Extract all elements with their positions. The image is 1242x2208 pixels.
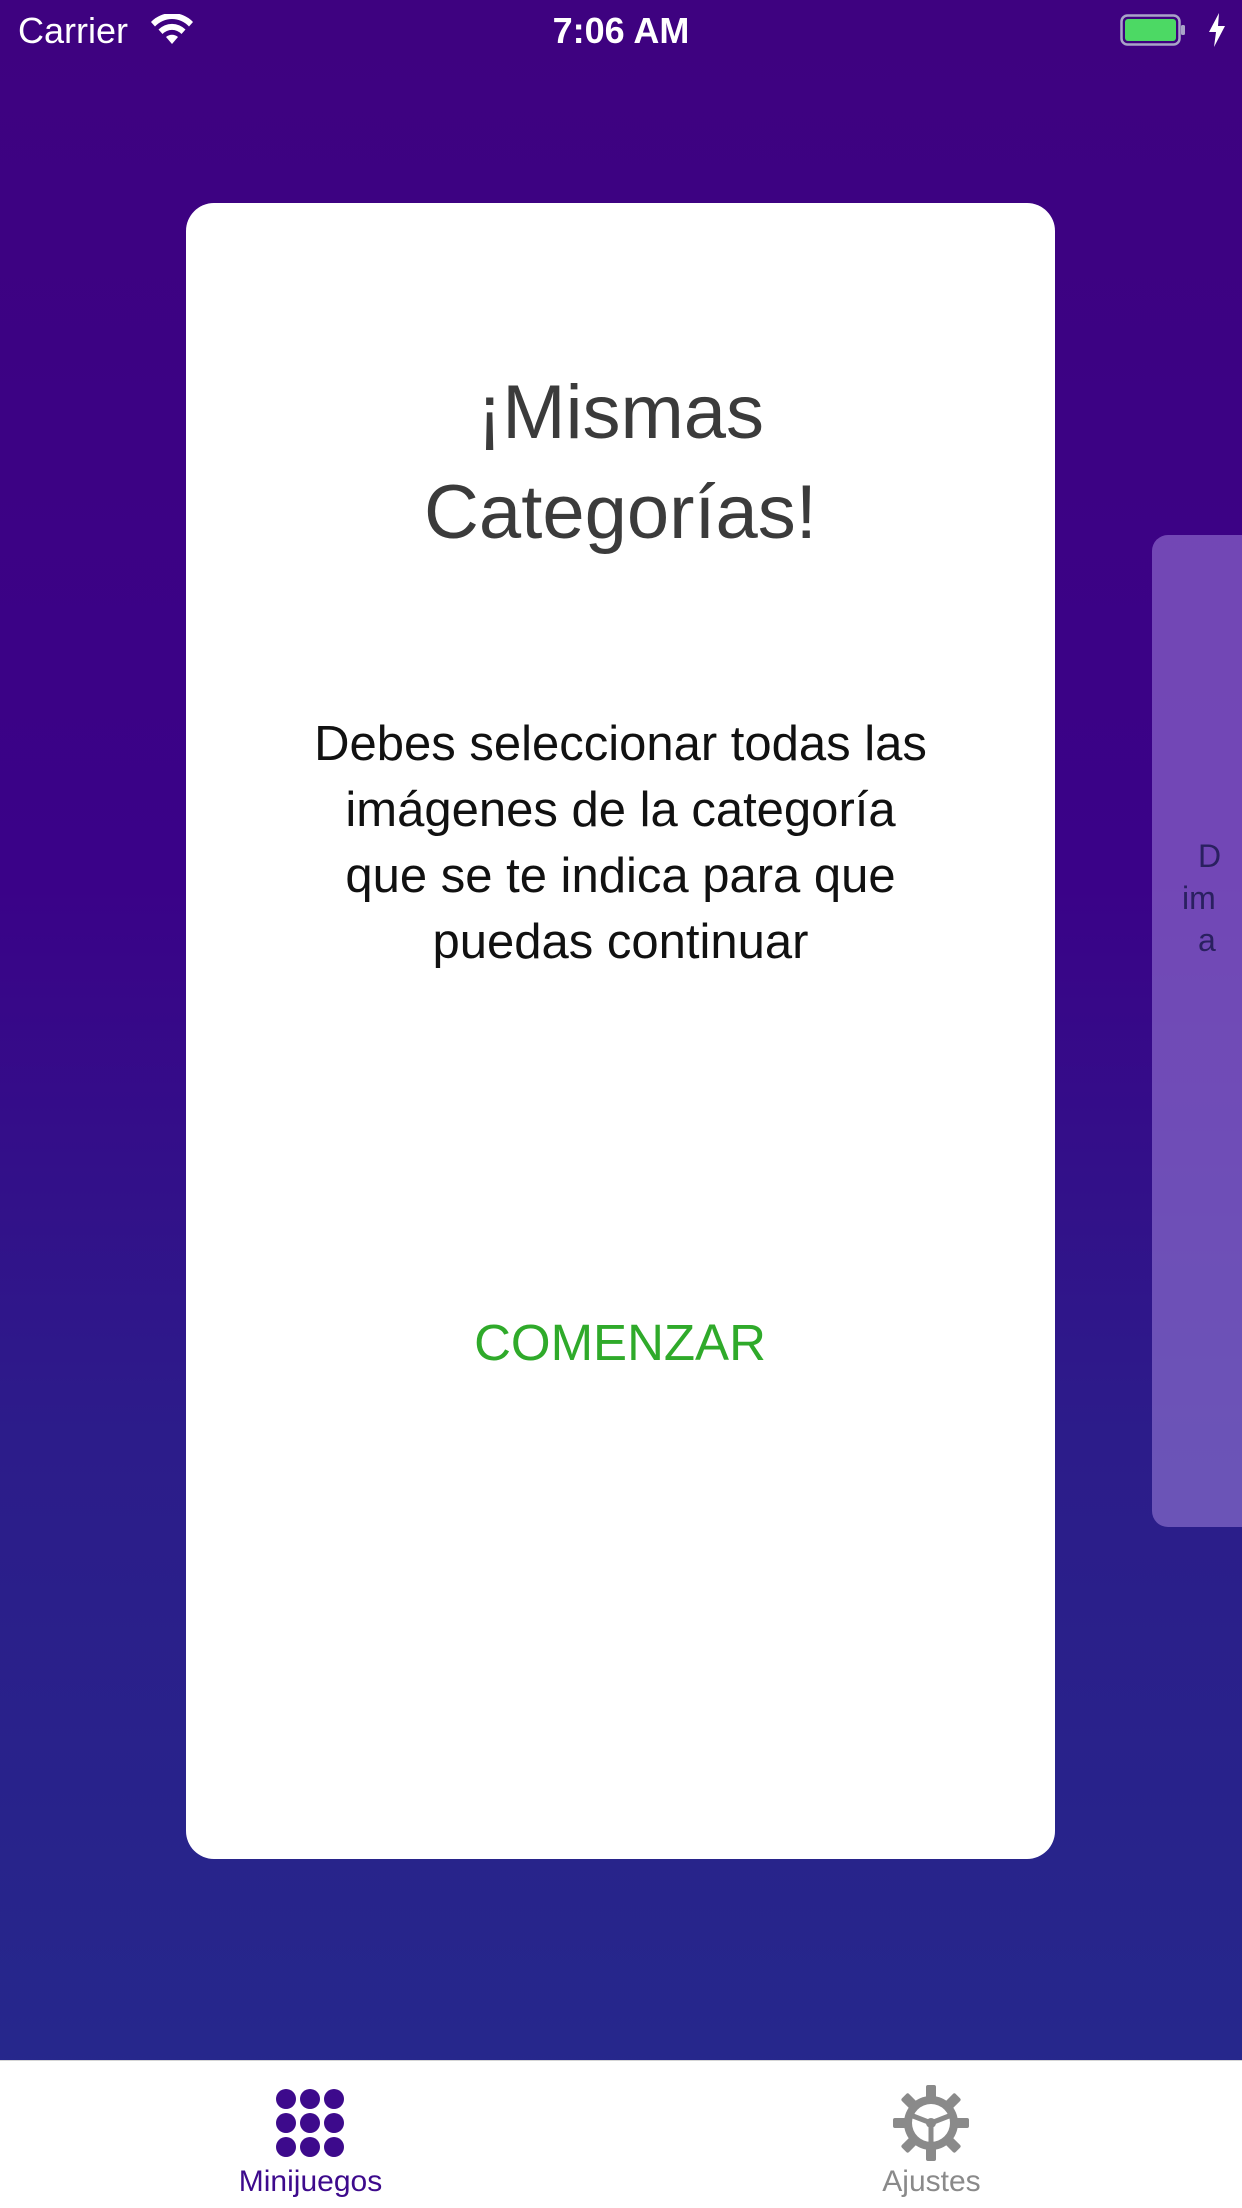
- card-title: ¡Mismas Categorías!: [186, 363, 1055, 563]
- status-time: 7:06 AM: [552, 10, 690, 51]
- card-title-line: Categorías!: [424, 470, 817, 555]
- tab-bar: Minijuegos Ajustes: [0, 2060, 1242, 2208]
- battery-icon: [1120, 14, 1185, 46]
- card-description-line: imágenes de la categoría: [345, 783, 896, 837]
- grid-dots-icon: [276, 2089, 344, 2157]
- next-card-line: D: [1198, 838, 1222, 874]
- next-card-line: a: [1198, 922, 1216, 958]
- charging-bolt-icon: [1209, 13, 1225, 47]
- next-card-partial-text: D im a: [1170, 835, 1242, 961]
- start-button[interactable]: COMENZAR: [420, 1293, 820, 1393]
- tab-ajustes[interactable]: Ajustes: [621, 2061, 1242, 2208]
- tab-label-minijuegos: Minijuegos: [238, 2165, 383, 2198]
- minigame-card: ¡Mismas Categorías! Debes seleccionar to…: [186, 203, 1055, 1859]
- card-title-line: ¡Mismas: [476, 370, 765, 455]
- gear-icon: [893, 2085, 969, 2161]
- app-screen: Carrier 7:06 AM D im a ¡Mismas Categoría…: [0, 0, 1242, 2208]
- tab-minijuegos[interactable]: Minijuegos: [0, 2061, 621, 2208]
- next-card-line: im: [1182, 880, 1216, 916]
- card-description-line: que se te indica para que: [345, 849, 896, 903]
- card-description-line: puedas continuar: [432, 915, 809, 969]
- next-minigame-card[interactable]: D im a: [1152, 535, 1242, 1527]
- card-description-line: Debes seleccionar todas las: [314, 717, 927, 771]
- tab-label-ajustes: Ajustes: [882, 2165, 981, 2198]
- card-description: Debes seleccionar todas las imágenes de …: [276, 711, 965, 975]
- status-bar: Carrier 7:06 AM: [0, 0, 1242, 62]
